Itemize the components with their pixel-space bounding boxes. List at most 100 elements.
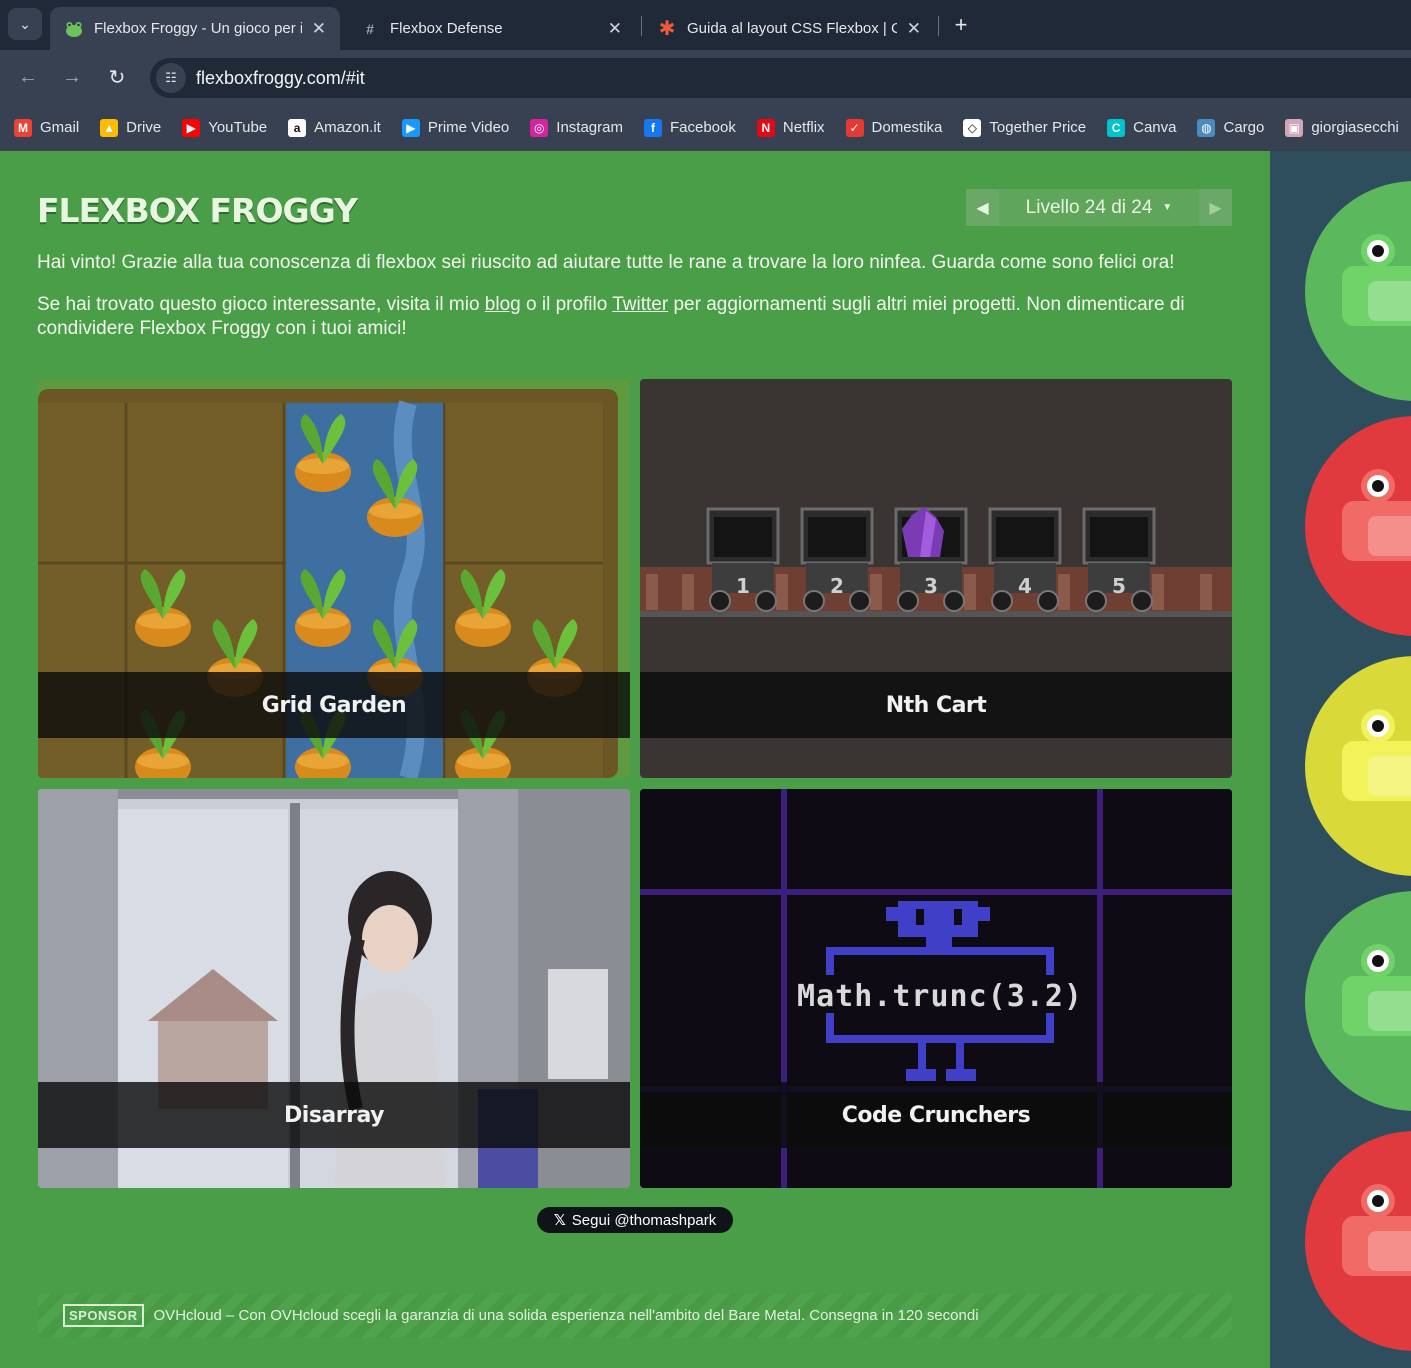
card-title: Nth Cart	[885, 692, 987, 718]
youtube-icon: ▶	[182, 118, 201, 137]
card-title-band: Disarray	[38, 1082, 630, 1148]
card-code-crunchers[interactable]: Math.trunc(3.2) Code Crunchers	[640, 789, 1232, 1188]
amazon-icon: a	[288, 118, 307, 137]
card-disarray[interactable]: Disarray	[38, 789, 630, 1188]
frog-on-lilypad	[1305, 656, 1411, 876]
bookmark-youtube[interactable]: ▶ YouTube	[182, 118, 268, 137]
code-snippet: Math.trunc(3.2)	[797, 979, 1083, 1014]
bookmark-netflix[interactable]: N Netflix	[756, 118, 825, 137]
together-price-icon: ◇	[963, 118, 982, 137]
tab-flexbox-froggy[interactable]: Flexbox Froggy - Un gioco per i ✕	[50, 7, 340, 50]
chevron-down-icon: ⌄	[19, 15, 31, 32]
tab-title: Guida al layout CSS Flexbox | CS	[687, 20, 897, 37]
blog-link[interactable]: blog	[485, 294, 521, 315]
bookmark-together-price[interactable]: ◇ Together Price	[963, 118, 1087, 137]
cart-number: 4	[1018, 574, 1032, 598]
card-title: Grid Garden	[261, 692, 407, 718]
domestika-icon: ✓	[845, 118, 864, 137]
bookmark-label: YouTube	[208, 119, 268, 136]
level-dropdown[interactable]: Livello 24 di 24 ▼	[999, 189, 1199, 226]
tab-title: Flexbox Defense	[390, 20, 503, 37]
tab-title: Flexbox Froggy - Un gioco per i	[94, 20, 302, 37]
bookmark-gmail[interactable]: M Gmail	[14, 118, 79, 137]
bookmark-canva[interactable]: C Canva	[1107, 118, 1176, 137]
bookmark-label: Domestika	[871, 119, 943, 136]
mine-cart: 5	[1082, 507, 1156, 612]
close-icon[interactable]: ✕	[907, 19, 921, 39]
frog-on-lilypad	[1305, 416, 1411, 636]
frog-on-lilypad	[1305, 1131, 1411, 1351]
cargo-icon: ◍	[1197, 118, 1216, 137]
forward-button[interactable]: →	[59, 64, 85, 90]
frog-on-lilypad	[1305, 891, 1411, 1111]
netflix-icon: N	[756, 118, 775, 137]
caret-down-icon: ▼	[1162, 202, 1173, 213]
facebook-icon: f	[643, 118, 662, 137]
twitter-link[interactable]: Twitter	[612, 294, 668, 315]
triangle-right-icon: ▶	[1209, 199, 1222, 217]
win-message: Hai vinto! Grazie alla tua conoscenza di…	[37, 252, 1175, 273]
asterisk-icon: ✱	[658, 18, 676, 40]
bookmark-prime-video[interactable]: ▶ Prime Video	[401, 118, 510, 137]
tab-divider	[641, 16, 642, 36]
frog-icon	[64, 19, 84, 39]
card-title: Disarray	[284, 1102, 384, 1128]
bookmark-label: Instagram	[556, 119, 623, 136]
tab-strip: ⌄ Flexbox Froggy - Un gioco per i ✕ # Fl…	[0, 0, 1411, 50]
card-grid-garden[interactable]: Grid Garden	[38, 379, 630, 778]
tab-search-button[interactable]: ⌄	[8, 8, 42, 40]
bookmark-domestika[interactable]: ✓ Domestika	[845, 118, 943, 137]
reload-button[interactable]: ↻	[104, 64, 130, 90]
tab-css-tricks-guide[interactable]: ✱ Guida al layout CSS Flexbox | CS ✕	[643, 7, 935, 50]
sponsor-banner[interactable]: SPONSOR OVHcloud – Con OVHcloud scegli l…	[38, 1293, 1232, 1338]
previous-level-button[interactable]: ◀	[966, 189, 999, 226]
new-tab-button[interactable]: +	[948, 12, 974, 38]
url-text[interactable]: flexboxfroggy.com/#it	[196, 68, 365, 89]
card-nth-cart[interactable]: 1 2 3 4 5 Nth Cart	[640, 379, 1232, 778]
bookmark-label: Prime Video	[427, 119, 510, 136]
bookmark-instagram[interactable]: ◎ Instagram	[530, 118, 623, 137]
address-bar[interactable]: ☷ flexboxfroggy.com/#it	[150, 58, 1411, 98]
bookmark-label: Cargo	[1223, 119, 1265, 136]
bookmark-cargo[interactable]: ◍ Cargo	[1197, 118, 1265, 137]
reload-icon: ↻	[108, 66, 126, 89]
drive-icon: ▲	[100, 118, 119, 137]
close-icon[interactable]: ✕	[608, 19, 622, 39]
tab-divider	[938, 16, 939, 36]
card-title-band: Code Crunchers	[640, 1082, 1232, 1148]
mine-cart: 1	[706, 507, 780, 612]
mine-cart: 4	[988, 507, 1062, 612]
browser-toolbar: ← → ↻ ☷ flexboxfroggy.com/#it	[0, 50, 1411, 104]
arrow-left-icon: ←	[18, 65, 38, 88]
follow-label: Segui @thomashpark	[571, 1211, 717, 1229]
prime-video-icon: ▶	[401, 118, 420, 137]
site-info-icon[interactable]: ☷	[156, 63, 186, 93]
bookmark-label: Facebook	[669, 119, 736, 136]
follow-twitter-button[interactable]: 𝕏 Segui @thomashpark	[537, 1207, 733, 1233]
profile-icon: ▣	[1285, 118, 1304, 137]
tab-flexbox-defense[interactable]: # Flexbox Defense ✕	[346, 7, 636, 50]
cart-number: 1	[736, 574, 750, 598]
frog-on-lilypad	[1305, 181, 1411, 401]
share-text: Se hai trovato questo gioco interessante…	[37, 294, 485, 315]
hash-icon: #	[366, 20, 374, 37]
sponsor-tag: SPONSOR	[63, 1304, 144, 1327]
bookmark-facebook[interactable]: f Facebook	[643, 118, 736, 137]
bookmark-giorgiasecchi[interactable]: ▣ giorgiasecchi	[1285, 118, 1399, 137]
arrow-right-icon: →	[62, 65, 82, 88]
bookmark-label: Drive	[126, 119, 162, 136]
close-icon[interactable]: ✕	[312, 19, 326, 39]
bookmark-label: Netflix	[782, 119, 825, 136]
share-message: Se hai trovato questo gioco interessante…	[37, 293, 1232, 341]
bookmark-label: giorgiasecchi	[1311, 119, 1399, 136]
sponsor-text: OVHcloud – Con OVHcloud scegli la garanz…	[153, 1307, 979, 1324]
next-level-button[interactable]: ▶	[1199, 189, 1232, 226]
bookmark-label: Together Price	[989, 119, 1087, 136]
back-button[interactable]: ←	[15, 64, 41, 90]
bookmark-drive[interactable]: ▲ Drive	[100, 118, 162, 137]
bookmark-amazon-it[interactable]: a Amazon.it	[288, 118, 381, 137]
cart-number: 5	[1112, 574, 1126, 598]
card-title: Code Crunchers	[841, 1102, 1031, 1128]
game-page: FLEXBOX FROGGY ◀ Livello 24 di 24 ▼ ▶ Ha…	[0, 151, 1270, 1368]
bookmark-label: Amazon.it	[314, 119, 381, 136]
